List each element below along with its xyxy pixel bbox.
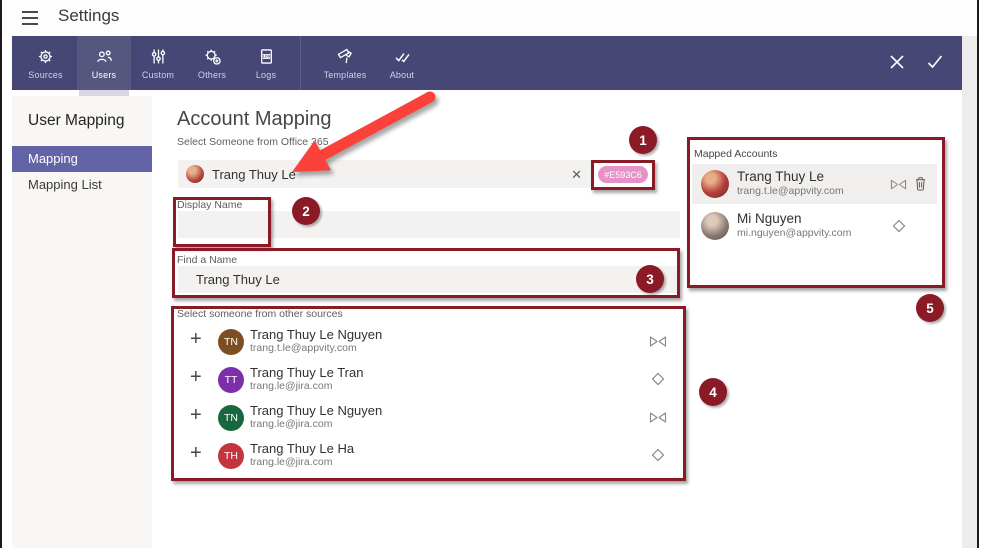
person-name: Mi Nguyen xyxy=(737,211,802,226)
tab-users-label: Users xyxy=(92,70,117,80)
tab-users[interactable]: Users xyxy=(77,36,131,90)
avatar: TH xyxy=(218,443,244,469)
close-icon[interactable] xyxy=(889,54,905,75)
avatar xyxy=(186,165,204,183)
person-email: trang.le@jira.com xyxy=(250,456,332,468)
find-name-value: Trang Thuy Le xyxy=(196,272,280,287)
sidebar-heading: User Mapping xyxy=(28,112,125,130)
find-name-input[interactable]: Trang Thuy Le xyxy=(178,266,680,293)
avatar: TT xyxy=(218,367,244,393)
right-gutter xyxy=(962,36,977,548)
person-email: trang.le@jira.com xyxy=(250,380,332,392)
annotation-step-5: 5 xyxy=(916,294,944,322)
app-title: Settings xyxy=(58,6,119,26)
avatar xyxy=(701,170,729,198)
tab-sources[interactable]: Sources xyxy=(14,36,77,90)
add-person-button[interactable]: + xyxy=(190,442,202,465)
screenshot-frame: Settings Sources Users xyxy=(0,0,990,548)
person-name: Trang Thuy Le xyxy=(737,169,824,184)
tab-sources-label: Sources xyxy=(28,70,62,80)
tab-templates[interactable]: Templates xyxy=(315,36,375,90)
person-email: mi.nguyen@appvity.com xyxy=(737,227,851,239)
users-icon xyxy=(94,46,115,67)
tab-custom[interactable]: Custom xyxy=(131,36,185,90)
display-name-label: Display Name xyxy=(177,199,242,211)
tab-custom-label: Custom xyxy=(142,70,174,80)
exchange-bowtie-icon xyxy=(649,411,667,429)
jira-diamond-icon xyxy=(892,219,906,238)
mapped-accounts-label: Mapped Accounts xyxy=(694,148,777,160)
double-check-icon xyxy=(392,46,413,67)
tab-about-label: About xyxy=(390,70,415,80)
display-name-input[interactable] xyxy=(178,211,680,238)
toolbar-divider xyxy=(300,36,301,90)
selected-person-name: Trang Thuy Le xyxy=(212,167,296,182)
sidebar-item-mapping-list[interactable]: Mapping List xyxy=(12,172,152,198)
other-sources-label: Select someone from other sources xyxy=(177,308,343,320)
office-picker-input[interactable]: Trang Thuy Le ✕ xyxy=(178,160,592,188)
annotation-step-1: 1 xyxy=(629,126,657,154)
window-right-edge xyxy=(977,0,979,548)
settings-toolbar: Sources Users Custom xyxy=(12,36,962,90)
sliders-icon xyxy=(148,46,169,67)
mapped-account-row[interactable]: Mi Nguyen mi.nguyen@appvity.com xyxy=(692,206,937,246)
avatar xyxy=(701,212,729,240)
person-name: Trang Thuy Le Tran xyxy=(250,365,363,380)
tab-logs-label: Logs xyxy=(256,70,276,80)
tab-others[interactable]: Others xyxy=(185,36,239,90)
avatar: TN xyxy=(218,329,244,355)
person-email: trang.t.le@appvity.com xyxy=(737,185,844,197)
list-item[interactable]: + TT Trang Thuy Le Tran trang.le@jira.co… xyxy=(178,361,678,399)
window-left-edge xyxy=(0,0,2,548)
find-name-label: Find a Name xyxy=(177,254,237,266)
add-person-button[interactable]: + xyxy=(190,328,202,351)
person-name: Trang Thuy Le Nguyen xyxy=(250,327,382,342)
hamburger-menu-icon[interactable] xyxy=(22,11,38,25)
person-name: Trang Thuy Le Nguyen xyxy=(250,403,382,418)
list-item[interactable]: + TN Trang Thuy Le Nguyen trang.le@jira.… xyxy=(178,399,678,437)
list-item[interactable]: + TH Trang Thuy Le Ha trang.le@jira.com xyxy=(178,437,678,475)
annotation-step-4: 4 xyxy=(699,378,727,406)
tab-logs[interactable]: LOG Logs xyxy=(239,36,293,90)
paint-roller-icon xyxy=(335,46,356,67)
log-document-icon: LOG xyxy=(256,46,277,67)
person-email: trang.t.le@appvity.com xyxy=(250,342,357,354)
svg-text:LOG: LOG xyxy=(262,55,270,59)
avatar: TN xyxy=(218,405,244,431)
sidebar-item-mapping[interactable]: Mapping xyxy=(12,146,152,172)
page-title: Account Mapping xyxy=(177,108,332,131)
person-name: Trang Thuy Le Ha xyxy=(250,441,354,456)
person-email: trang.le@jira.com xyxy=(250,418,332,430)
tab-about[interactable]: About xyxy=(378,36,426,90)
jira-diamond-icon xyxy=(651,372,665,391)
office-picker-label: Select Someone from Office 365 xyxy=(177,136,329,148)
annotation-step-2: 2 xyxy=(292,197,320,225)
app-header xyxy=(2,0,977,36)
tab-others-label: Others xyxy=(198,70,226,80)
annotation-step-3: 3 xyxy=(636,265,664,293)
color-code-badge: #E593C6 xyxy=(598,166,648,183)
add-person-button[interactable]: + xyxy=(190,366,202,389)
tab-templates-label: Templates xyxy=(324,70,367,80)
mapped-account-row[interactable]: Trang Thuy Le trang.t.le@appvity.com xyxy=(692,164,937,204)
gear-plus-icon xyxy=(202,46,223,67)
gear-wrench-icon xyxy=(35,46,56,67)
add-person-button[interactable]: + xyxy=(190,404,202,427)
jira-diamond-icon xyxy=(651,448,665,467)
confirm-check-icon[interactable] xyxy=(926,54,943,75)
clear-selection-icon[interactable]: ✕ xyxy=(571,167,582,183)
list-item[interactable]: + TN Trang Thuy Le Nguyen trang.t.le@app… xyxy=(178,323,678,361)
exchange-bowtie-icon xyxy=(890,178,907,196)
delete-trash-icon[interactable] xyxy=(914,176,927,196)
exchange-bowtie-icon xyxy=(649,335,667,353)
